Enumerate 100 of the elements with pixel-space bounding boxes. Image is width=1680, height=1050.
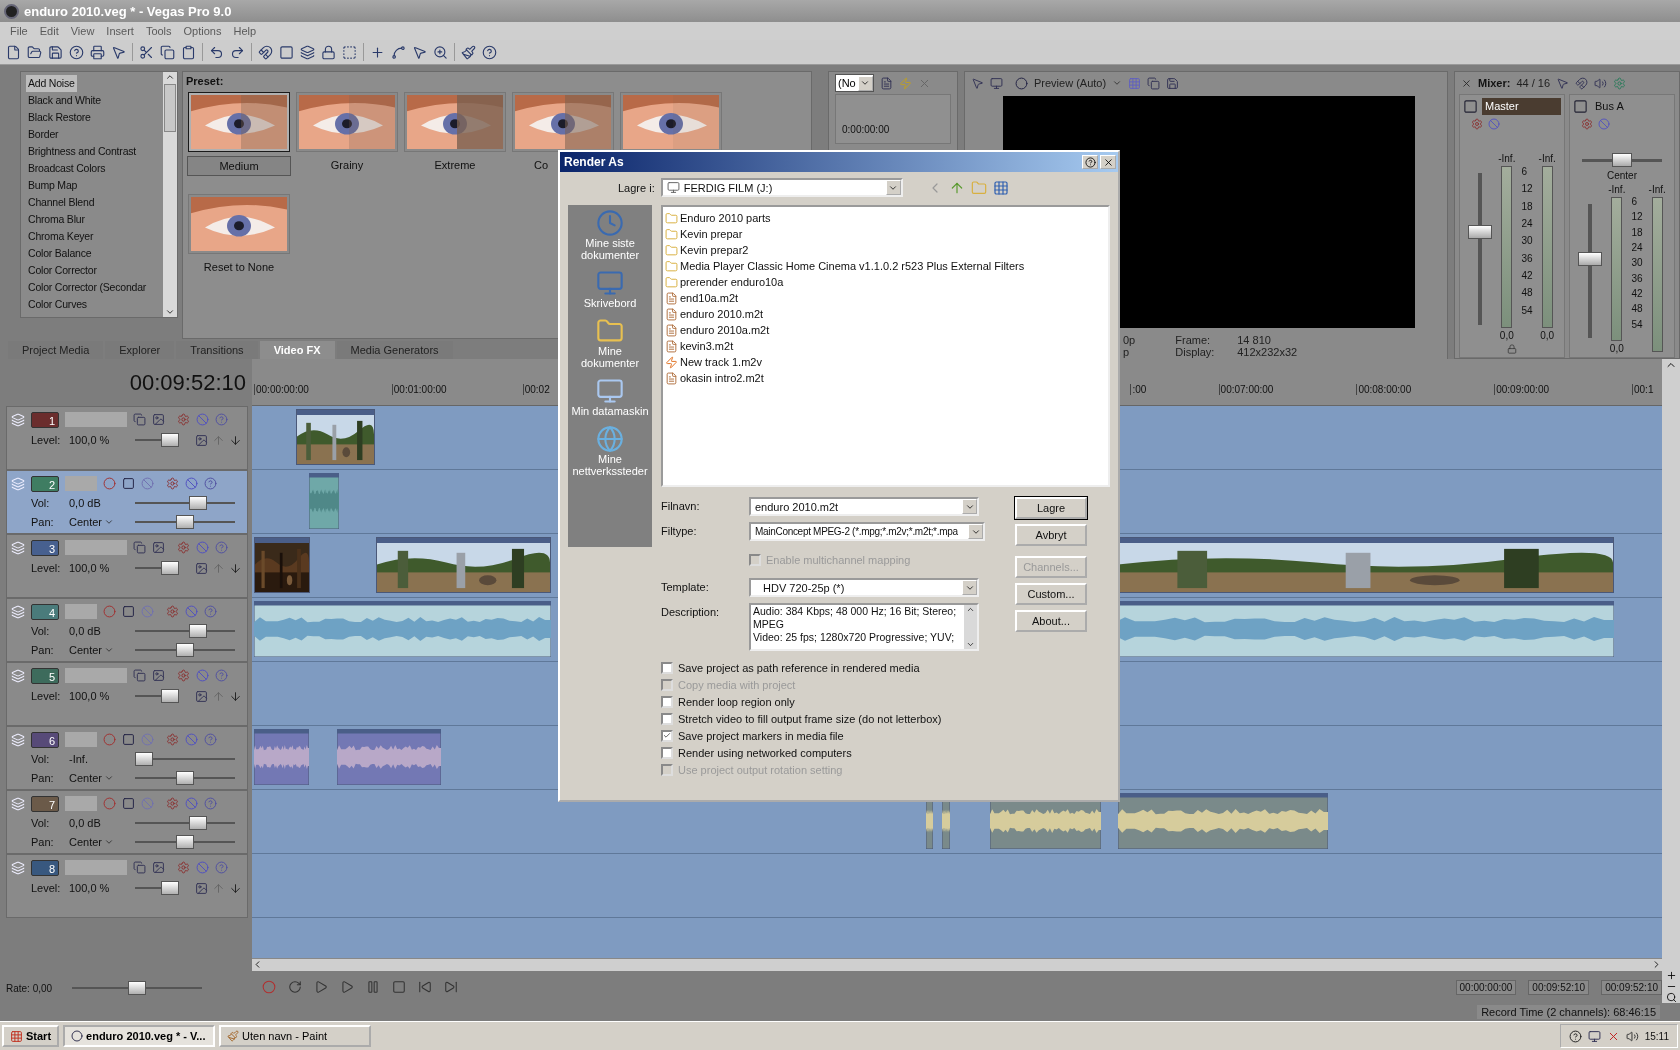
menu-item[interactable]: Insert bbox=[100, 25, 140, 37]
listing-entry[interactable]: prerender enduro10a bbox=[665, 274, 1106, 290]
slider-thumb[interactable] bbox=[161, 881, 179, 895]
selection-tool-icon[interactable] bbox=[412, 44, 427, 60]
place-shortcut[interactable]: Mine dokumenter bbox=[568, 317, 652, 369]
listing-entry[interactable]: Enduro 2010 parts bbox=[665, 210, 1106, 226]
track-name-field[interactable] bbox=[65, 860, 127, 875]
preset-label[interactable]: Grainy bbox=[322, 156, 372, 174]
fx-list-item[interactable]: Color Corrector bbox=[26, 262, 99, 279]
cut-icon[interactable] bbox=[139, 44, 154, 60]
track-name-field[interactable] bbox=[65, 668, 127, 683]
track-name-field[interactable] bbox=[65, 540, 127, 555]
listing-entry[interactable]: Kevin prepar bbox=[665, 226, 1106, 242]
start-button[interactable]: Start bbox=[2, 1025, 60, 1047]
track-menu-icon[interactable] bbox=[11, 668, 25, 683]
magnet-icon[interactable] bbox=[1575, 76, 1589, 90]
fx-list-item[interactable]: Brightness and Contrast bbox=[26, 143, 139, 160]
lock-icon[interactable] bbox=[1507, 344, 1517, 354]
listing-entry[interactable]: okasin intro2.m2t bbox=[665, 370, 1106, 386]
mute-icon[interactable] bbox=[196, 861, 209, 874]
arrow-down-icon[interactable] bbox=[229, 561, 242, 575]
listing-entry[interactable]: kevin3.m2t bbox=[665, 338, 1106, 354]
search-icon[interactable] bbox=[1665, 992, 1677, 1003]
menu-item[interactable]: File bbox=[4, 25, 34, 37]
preset-label[interactable]: Extreme bbox=[426, 156, 484, 174]
slider-thumb[interactable] bbox=[176, 514, 194, 529]
listing-entry[interactable]: end10a.m2t bbox=[665, 290, 1106, 306]
close-icon[interactable] bbox=[1461, 77, 1472, 89]
menu-item[interactable]: View bbox=[64, 25, 101, 37]
dialog-button[interactable]: About... bbox=[1015, 610, 1087, 632]
horizontal-scrollbar[interactable] bbox=[252, 958, 1662, 971]
fx-list-item[interactable]: Color Balance bbox=[26, 245, 94, 262]
track-name-field[interactable] bbox=[65, 476, 97, 491]
redo-icon[interactable] bbox=[230, 44, 245, 60]
arrow-down-icon[interactable] bbox=[229, 881, 242, 895]
fx-list-item[interactable]: Black Restore bbox=[26, 109, 93, 126]
fx-list-item[interactable]: Black and White bbox=[26, 92, 103, 109]
copy-snapshot-icon[interactable] bbox=[1147, 76, 1161, 90]
mute-icon[interactable] bbox=[1488, 118, 1500, 130]
brush-icon[interactable] bbox=[461, 44, 476, 60]
track-name-field[interactable] bbox=[65, 796, 97, 811]
pause-icon[interactable] bbox=[366, 980, 380, 994]
pointer-icon[interactable] bbox=[1556, 76, 1570, 90]
zoom-in-icon[interactable] bbox=[1665, 970, 1677, 981]
fx-gear-icon[interactable] bbox=[166, 797, 179, 810]
menu-item[interactable]: Options bbox=[177, 25, 228, 37]
fx-list-item[interactable]: Color Curves bbox=[26, 296, 89, 313]
filetype-dropdown[interactable]: MainConcept MPEG-2 (*.mpg;*.m2v;*.m2t;*.mpa bbox=[749, 522, 985, 541]
stop-icon[interactable] bbox=[392, 980, 406, 994]
slider-thumb[interactable] bbox=[161, 689, 179, 703]
document-icon[interactable] bbox=[879, 76, 893, 90]
fx-gear-icon[interactable] bbox=[1581, 118, 1593, 130]
go-to-end-icon[interactable] bbox=[444, 980, 458, 994]
fx-list-item[interactable]: Chroma Keyer bbox=[26, 228, 96, 245]
paste-icon[interactable] bbox=[181, 44, 196, 60]
fx-gear-icon[interactable] bbox=[177, 669, 190, 682]
play-from-start-icon[interactable] bbox=[314, 980, 328, 994]
scroll-up-icon[interactable] bbox=[966, 605, 975, 614]
record-arm-icon[interactable] bbox=[103, 477, 116, 490]
fx-gear-icon[interactable] bbox=[166, 733, 179, 746]
track-menu-icon[interactable] bbox=[11, 732, 25, 747]
scroll-thumb[interactable] bbox=[164, 84, 176, 132]
view-menu-icon[interactable] bbox=[992, 179, 1009, 196]
fx-gear-icon[interactable] bbox=[177, 413, 190, 426]
menu-item[interactable]: Tools bbox=[139, 25, 178, 37]
monitor-icon[interactable] bbox=[990, 76, 1003, 90]
help-icon[interactable] bbox=[1568, 1029, 1582, 1043]
menu-item[interactable]: Edit bbox=[33, 25, 65, 37]
track-menu-icon[interactable] bbox=[11, 540, 25, 555]
copy-icon[interactable] bbox=[160, 44, 175, 60]
scrollbar[interactable] bbox=[163, 72, 177, 317]
mute-icon[interactable] bbox=[185, 733, 198, 746]
help-button[interactable] bbox=[1082, 155, 1098, 169]
slider-thumb[interactable] bbox=[189, 816, 208, 831]
go-to-start-icon[interactable] bbox=[418, 980, 432, 994]
place-shortcut[interactable]: Mine nettverkssteder bbox=[568, 425, 652, 477]
square-icon[interactable] bbox=[122, 797, 135, 810]
preview-quality-dropdown[interactable]: Preview (Auto) bbox=[1034, 77, 1107, 89]
channel-icon[interactable] bbox=[1573, 99, 1588, 114]
slider-thumb[interactable] bbox=[161, 433, 179, 447]
close-button[interactable] bbox=[1100, 155, 1116, 169]
taskbar-button[interactable]: Uten navn - Paint bbox=[219, 1025, 372, 1047]
record-arm-icon[interactable] bbox=[103, 797, 116, 810]
dock-tab[interactable]: Video FX bbox=[259, 341, 335, 359]
preset-label[interactable]: Medium bbox=[187, 156, 291, 176]
square-icon[interactable] bbox=[122, 733, 135, 746]
track-menu-icon[interactable] bbox=[11, 412, 25, 427]
help-icon[interactable] bbox=[482, 44, 497, 60]
checkbox-option[interactable]: Save project markers in media file bbox=[661, 727, 1110, 744]
mute-icon[interactable] bbox=[196, 413, 209, 426]
network-icon[interactable] bbox=[1587, 1029, 1601, 1043]
save-icon[interactable] bbox=[48, 44, 63, 60]
trimmer-dropdown[interactable]: (No bbox=[835, 74, 874, 92]
play-icon[interactable] bbox=[340, 980, 354, 994]
slider-thumb[interactable] bbox=[189, 496, 208, 511]
place-shortcut[interactable]: Min datamaskin bbox=[568, 377, 652, 417]
fx-list-item[interactable]: Color Corrector (Secondar bbox=[26, 279, 149, 296]
track-name-field[interactable] bbox=[65, 604, 97, 619]
slider-thumb[interactable] bbox=[176, 834, 194, 849]
square-icon[interactable] bbox=[122, 605, 135, 618]
